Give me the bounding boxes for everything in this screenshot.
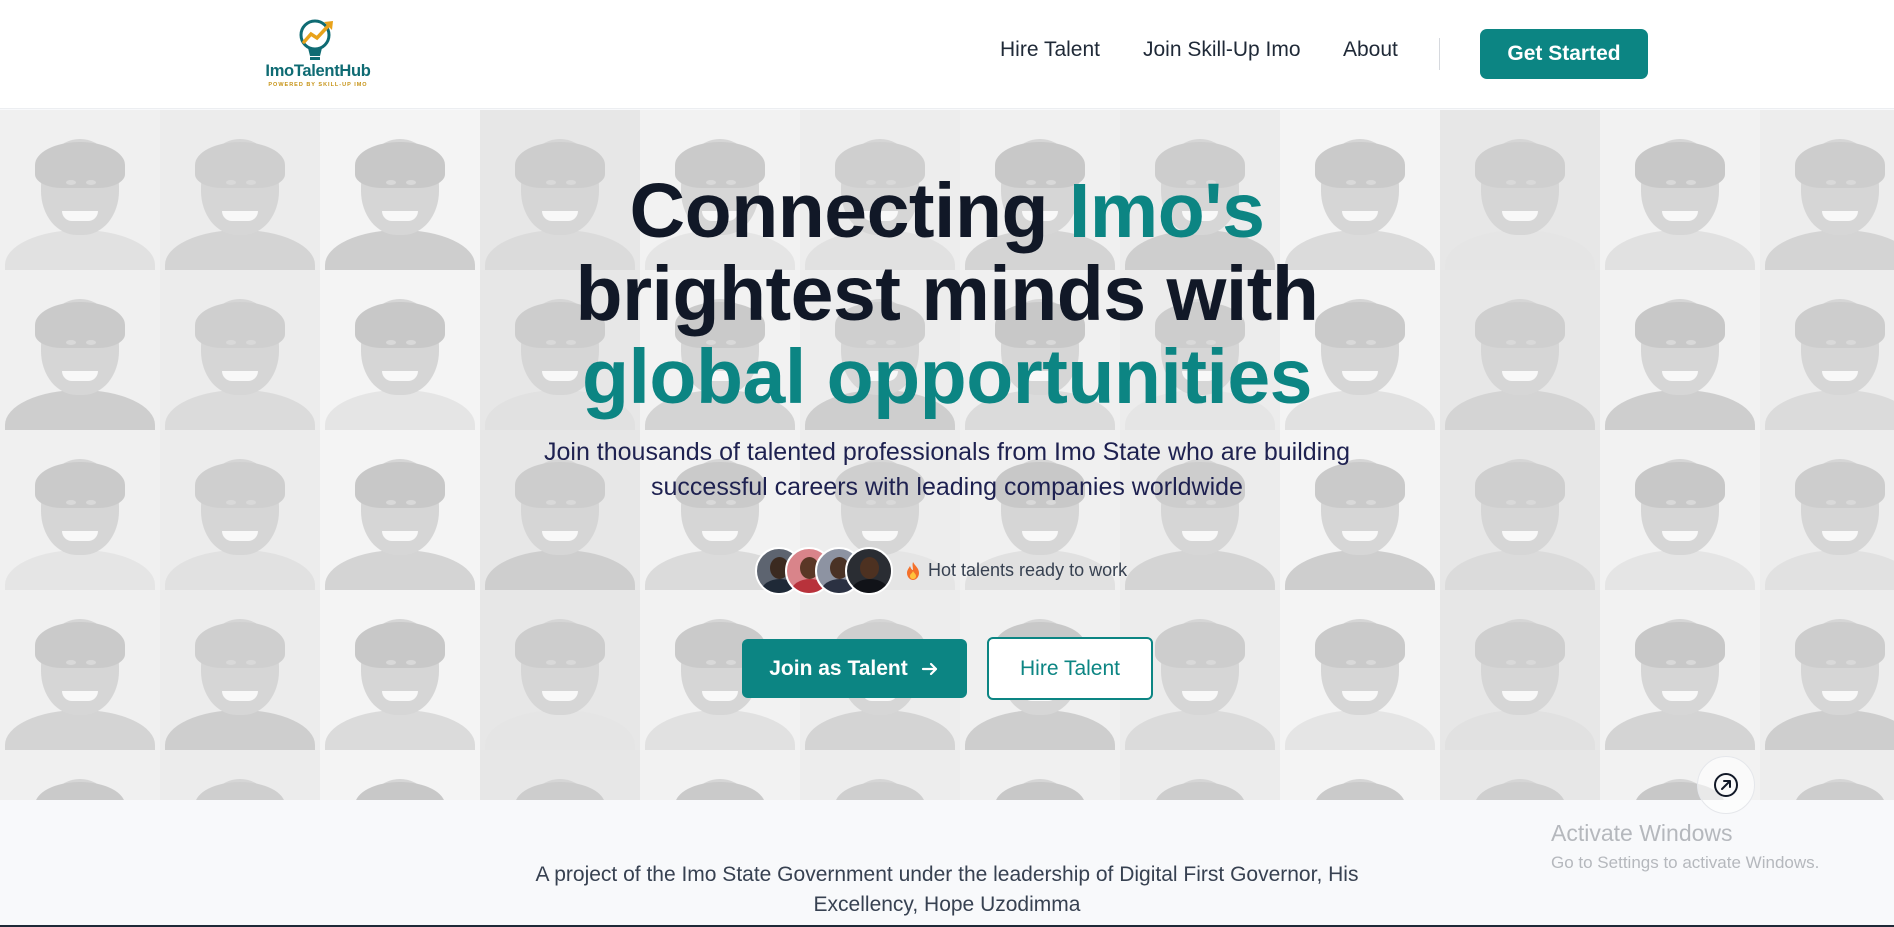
hot-talents-label: Hot talents ready to work (906, 560, 1127, 581)
flame-icon (907, 561, 919, 580)
nav-divider (1439, 38, 1440, 70)
get-started-button[interactable]: Get Started (1480, 29, 1648, 79)
watermark-title: Activate Windows (1551, 820, 1733, 846)
arrow-up-right-icon (1714, 773, 1738, 797)
arrow-right-icon (921, 662, 937, 675)
hot-talents-text: Hot talents ready to work (928, 560, 1128, 580)
hero-subtitle: Join thousands of talented professionals… (543, 438, 1351, 501)
nav-join-skill-up[interactable]: Join Skill-Up Imo (1143, 38, 1301, 62)
hero-title-part1: Connecting (629, 168, 1069, 254)
brand-logo[interactable]: ImoTalentHub POWERED BY SKILL-UP IMO (260, 18, 376, 90)
watermark-subtitle: Go to Settings to activate Windows. (1551, 853, 1820, 872)
government-project-note: A project of the Imo State Government un… (535, 863, 1359, 916)
site-header: ImoTalentHub POWERED BY SKILL-UP IMO Hir… (0, 0, 1894, 109)
join-as-talent-label: Join as Talent (769, 656, 908, 680)
hero-title-accent-global: global opportunities (582, 334, 1313, 420)
join-as-talent-button[interactable]: Join as Talent (742, 639, 967, 698)
hero-section: Connecting Imo's brightest minds with gl… (0, 110, 1894, 800)
talent-avatar-group (755, 547, 895, 597)
hire-talent-button[interactable]: Hire Talent (987, 637, 1153, 700)
hero-title-part2: brightest minds with (575, 251, 1319, 337)
windows-activation-watermark: Activate Windows Go to Settings to activ… (1551, 820, 1819, 873)
nav-about[interactable]: About (1343, 38, 1398, 62)
nav-hire-talent[interactable]: Hire Talent (1000, 38, 1100, 62)
brand-name: ImoTalentHub (265, 62, 371, 80)
avatar (845, 547, 893, 595)
hero-title: Connecting Imo's brightest minds with gl… (0, 170, 1894, 419)
scroll-action-button[interactable] (1697, 756, 1755, 814)
lightbulb-growth-icon (299, 19, 333, 60)
brand-tagline: POWERED BY SKILL-UP IMO (268, 82, 368, 88)
hero-title-accent-imos: Imo's (1068, 168, 1265, 254)
